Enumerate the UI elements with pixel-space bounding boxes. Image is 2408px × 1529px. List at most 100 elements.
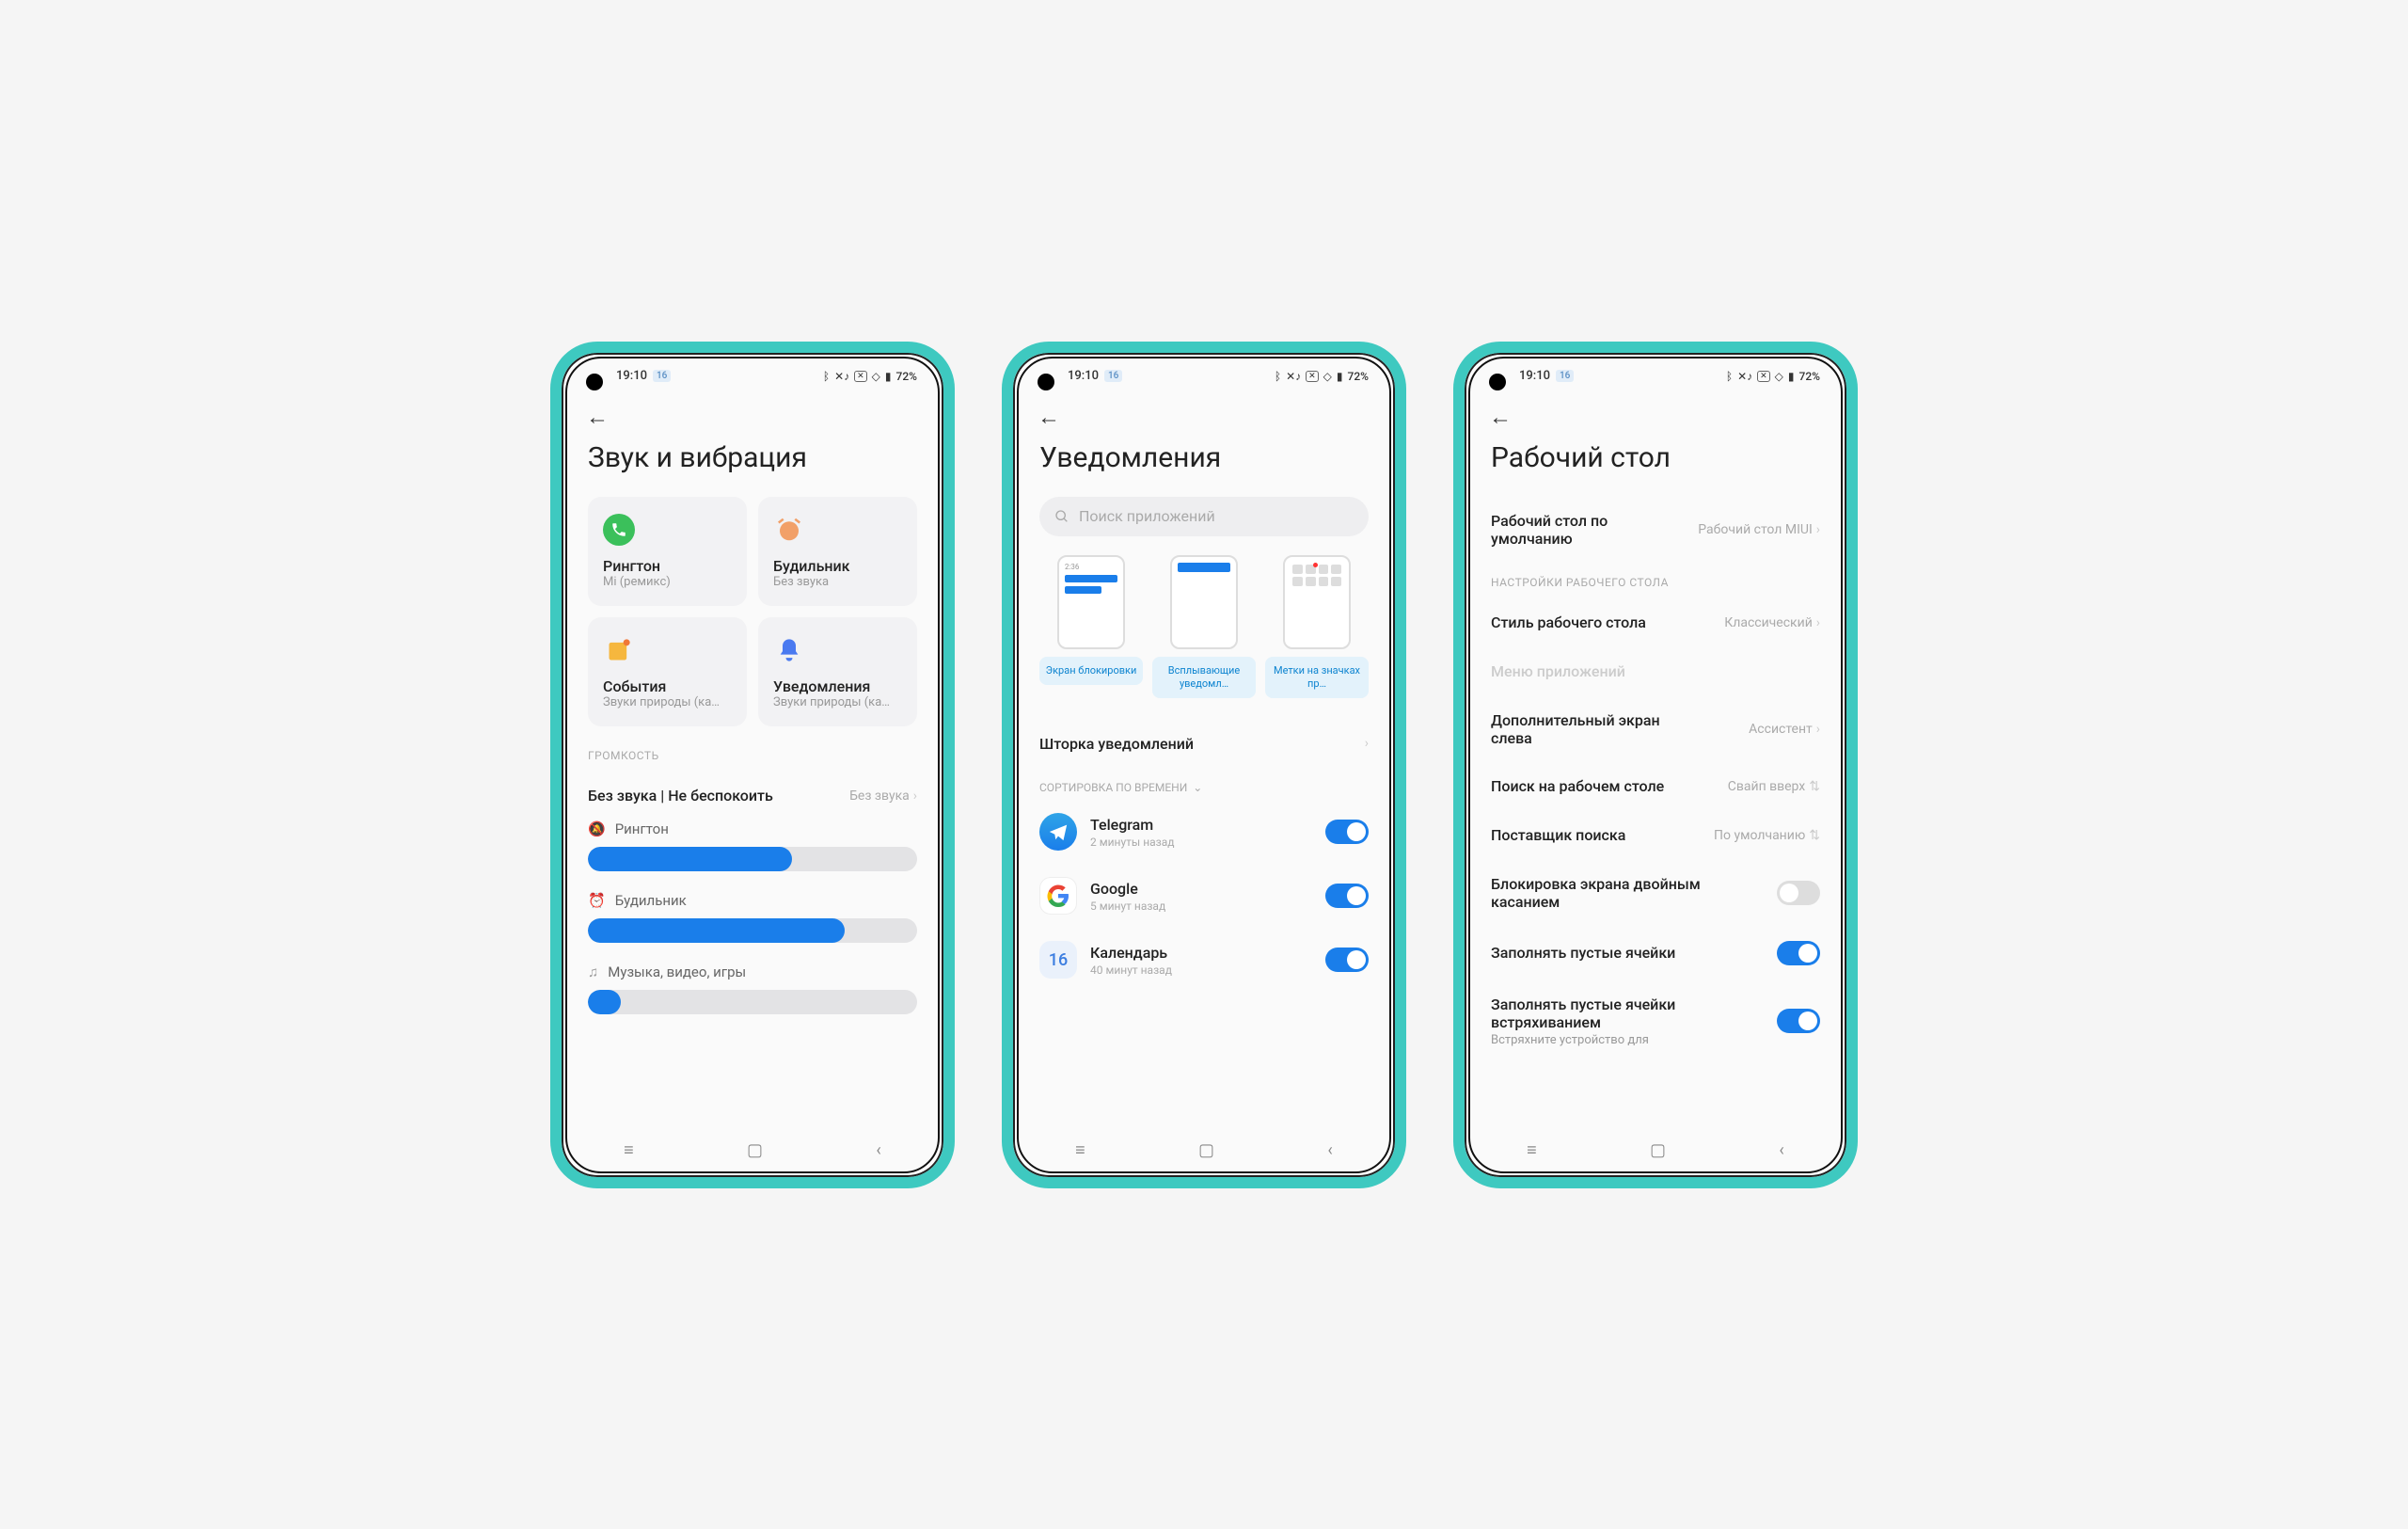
back-button[interactable]: ← (1038, 404, 1060, 431)
nav-back[interactable]: ‹ (876, 1140, 880, 1160)
notif-type-badges[interactable]: Метки на значках пр… (1265, 555, 1369, 699)
toggle-fill-empty-shake[interactable] (1777, 1009, 1820, 1033)
alarm-slider[interactable] (588, 918, 917, 943)
row-label: Без звука | Не беспокоить (588, 787, 773, 804)
media-slider-icon: ♫ (588, 964, 598, 980)
alarm-icon (775, 516, 803, 544)
notif-type-label: Метки на значках пр… (1265, 657, 1369, 699)
row-default-launcher[interactable]: Рабочий стол по умолчанию Рабочий стол M… (1491, 497, 1820, 563)
clock: 19:10 (616, 369, 647, 383)
notif-type-lockscreen[interactable]: 2:36 Экран блокировки (1039, 555, 1143, 699)
row-extra-screen-left[interactable]: Дополнительный экран слева Ассистент› (1491, 696, 1820, 762)
battery-icon: ▮ (885, 370, 892, 383)
row-label: Дополнительный экран слева (1491, 711, 1688, 747)
card-events[interactable]: События Звуки природы (ка… (588, 617, 747, 726)
wifi-icon: ◇ (872, 370, 880, 383)
card-notifications[interactable]: Уведомления Звуки природы (ка… (758, 617, 917, 726)
row-desktop-style[interactable]: Стиль рабочего стола Классический› (1491, 598, 1820, 647)
phone-notifications: 19:1016 ᛒ✕♪✕◇▮72% ← Уведомления Поиск пр… (1002, 342, 1406, 1188)
slider-label: Будильник (615, 892, 687, 909)
search-placeholder: Поиск приложений (1079, 507, 1215, 525)
camera-hole (586, 374, 603, 390)
page-title: Звук и вибрация (588, 441, 917, 474)
row-app-drawer: Меню приложений (1491, 647, 1820, 696)
section-desktop-settings: НАСТРОЙКИ РАБОЧЕГО СТОЛА (1491, 576, 1820, 589)
card-subtitle: Без звука (773, 575, 902, 589)
chevron-right-icon: › (913, 788, 917, 804)
nav-recents[interactable]: ≡ (624, 1140, 634, 1160)
volte-icon: ✕ (854, 371, 867, 382)
chevron-right-icon: › (1816, 522, 1820, 537)
sort-label: СОРТИРОВКА ПО ВРЕМЕНИ (1039, 781, 1187, 794)
nav-recents[interactable]: ≡ (1527, 1140, 1537, 1160)
nav-bar: ≡ ▢ ‹ (1019, 1130, 1389, 1171)
status-bar: 19:10 16 ᛒ ✕♪ ✕ ◇ ▮ 72% (567, 358, 938, 394)
app-row-google[interactable]: Google5 минут назад (1039, 864, 1369, 928)
chevron-right-icon: › (1816, 615, 1820, 630)
alarm-slider-icon: ⏰ (588, 892, 606, 909)
app-time: 2 минуты назад (1090, 836, 1312, 849)
phone-icon (610, 521, 627, 538)
card-title: Рингтон (603, 557, 732, 575)
card-subtitle: Mi (ремикс) (603, 575, 732, 589)
nav-back[interactable]: ‹ (1779, 1140, 1783, 1160)
wifi-icon: ◇ (1323, 370, 1332, 383)
row-label: Поставщик поиска (1491, 826, 1625, 844)
row-value: Без звука (849, 788, 910, 804)
toggle-calendar[interactable] (1325, 948, 1369, 972)
row-fill-empty[interactable]: Заполнять пустые ячейки (1491, 926, 1820, 980)
nav-recents[interactable]: ≡ (1075, 1140, 1085, 1160)
back-button[interactable]: ← (586, 404, 609, 431)
row-notification-shade[interactable]: Шторка уведомлений › (1039, 719, 1369, 768)
back-button[interactable]: ← (1489, 404, 1512, 431)
status-bar: 19:1016 ᛒ✕♪✕◇▮72% (1019, 358, 1389, 394)
notif-count-badge: 16 (653, 370, 671, 382)
calendar-app-icon: 16 (1039, 941, 1077, 979)
row-value: Свайп вверх (1728, 779, 1806, 794)
app-row-telegram[interactable]: Telegram2 минуты назад (1039, 800, 1369, 864)
toggle-double-tap-lock[interactable] (1777, 881, 1820, 905)
phone-sound: 19:10 16 ᛒ ✕♪ ✕ ◇ ▮ 72% ← Звук и вибраци… (550, 342, 955, 1188)
sort-by-dropdown[interactable]: СОРТИРОВКА ПО ВРЕМЕНИ ⌄ (1039, 781, 1369, 794)
row-value: Ассистент (1749, 722, 1813, 737)
telegram-icon (1048, 821, 1069, 842)
chevron-down-icon: ⌄ (1193, 781, 1202, 794)
card-subtitle: Звуки природы (ка… (773, 695, 902, 709)
notif-count-badge: 16 (1104, 370, 1122, 382)
nav-home[interactable]: ▢ (1650, 1140, 1666, 1160)
bluetooth-icon: ᛒ (1726, 370, 1733, 383)
row-fill-empty-shake[interactable]: Заполнять пустые ячейки встряхиванием Вс… (1491, 980, 1820, 1062)
row-desktop-search[interactable]: Поиск на рабочем столе Свайп вверх⇅ (1491, 762, 1820, 811)
clock: 19:10 (1519, 369, 1550, 383)
row-double-tap-lock[interactable]: Блокировка экрана двойным касанием (1491, 860, 1820, 926)
row-silent-dnd[interactable]: Без звука | Не беспокоить Без звука› (588, 772, 917, 820)
status-bar: 19:1016 ᛒ✕♪✕◇▮72% (1470, 358, 1841, 394)
wifi-icon: ◇ (1775, 370, 1783, 383)
search-input[interactable]: Поиск приложений (1039, 497, 1369, 536)
row-value: Рабочий стол MIUI (1698, 522, 1812, 537)
media-slider[interactable] (588, 990, 917, 1014)
battery-pct: 72% (1799, 370, 1820, 383)
page-title: Рабочий стол (1491, 441, 1820, 474)
ringtone-slider[interactable] (588, 847, 917, 871)
nav-home[interactable]: ▢ (747, 1140, 763, 1160)
row-label: Рабочий стол по умолчанию (1491, 512, 1672, 548)
nav-bar: ≡ ▢ ‹ (567, 1130, 938, 1171)
notif-type-popup[interactable]: Всплывающие уведомл… (1152, 555, 1256, 699)
row-label: Стиль рабочего стола (1491, 613, 1646, 631)
app-time: 40 минут назад (1090, 964, 1312, 977)
toggle-telegram[interactable] (1325, 820, 1369, 844)
card-alarm[interactable]: Будильник Без звука (758, 497, 917, 606)
card-title: Уведомления (773, 677, 902, 695)
card-title: Будильник (773, 557, 902, 575)
card-ringtone[interactable]: Рингтон Mi (ремикс) (588, 497, 747, 606)
toggle-fill-empty[interactable] (1777, 941, 1820, 965)
vibrate-icon: ✕♪ (1737, 370, 1752, 383)
vibrate-icon: ✕♪ (834, 370, 849, 383)
nav-back[interactable]: ‹ (1327, 1140, 1332, 1160)
camera-hole (1489, 374, 1506, 390)
nav-home[interactable]: ▢ (1198, 1140, 1214, 1160)
row-search-provider[interactable]: Поставщик поиска По умолчанию⇅ (1491, 811, 1820, 860)
toggle-google[interactable] (1325, 884, 1369, 908)
app-row-calendar[interactable]: 16 Календарь40 минут назад (1039, 928, 1369, 992)
